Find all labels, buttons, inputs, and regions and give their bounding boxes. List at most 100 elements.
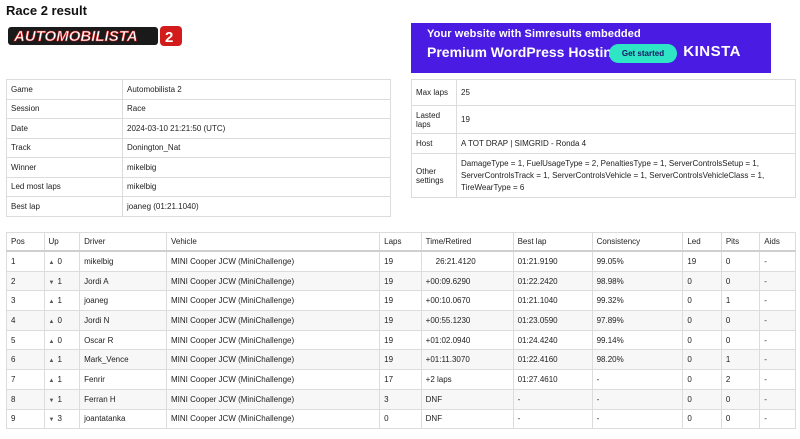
info-right-label: Max laps <box>411 79 457 106</box>
laps-cell: 19 <box>379 349 422 371</box>
info-left-value: 2024-03-10 21:21:50 (UTC) <box>122 118 391 139</box>
results-table: Pos Up Driver Vehicle Laps Time/Retired Best l… <box>6 232 796 430</box>
vehicle-cell: MINI Cooper JCW (MiniChallenge) <box>165 290 381 312</box>
column-header: Driver <box>79 232 167 252</box>
laps-cell: 19 <box>379 250 422 272</box>
table-row[interactable]: 6 ▲ 1 Mark_Vence MINI Cooper JCW (MiniChalle… <box>6 349 796 371</box>
table-row[interactable]: 2 ▼ 1 Jordi A MINI Cooper JCW (MiniChallenge… <box>6 270 796 292</box>
logo-number: 2 <box>165 29 173 46</box>
logo-text: AUTOMOBILISTA <box>13 28 138 45</box>
table-row[interactable]: 7 ▲ 1 Fenrir MINI Cooper JCW (MiniChallenge)… <box>6 369 796 390</box>
table-row[interactable]: 8 ▼ 1 Ferran H MINI Cooper JCW (MiniChalleng… <box>6 388 796 410</box>
best-lap-cell: 01:21.1040 <box>512 290 593 312</box>
best-lap-cell: 01:21.9190 <box>512 250 593 272</box>
positions-gained-value: 1 <box>57 374 62 384</box>
vehicle-cell: MINI Cooper JCW (MiniChallenge) <box>165 388 381 410</box>
time-retired-cell: +01:02.0940 <box>420 329 514 351</box>
vehicle-cell: MINI Cooper JCW (MiniChallenge) <box>165 408 381 430</box>
position-cell: 6 <box>6 349 45 371</box>
time-retired-cell: DNF <box>420 408 514 430</box>
info-left-row: Track Donington_Nat <box>6 137 391 158</box>
info-left-value: Automobilista 2 <box>122 79 391 100</box>
table-row[interactable]: 1 ▲ 0 mikelbig MINI Cooper JCW (MiniChalleng… <box>6 250 796 272</box>
info-right-label: Host <box>411 133 457 154</box>
driver-cell: mikelbig <box>79 250 167 272</box>
best-lap-cell: 01:23.0590 <box>512 310 593 331</box>
positions-gained-cell: ▲ 0 <box>43 310 81 331</box>
pits-cell: 0 <box>720 408 761 430</box>
column-header: Best lap <box>512 232 593 252</box>
info-left-label: Led most laps <box>6 176 123 197</box>
positions-gained-value: 0 <box>57 335 62 345</box>
info-left-label: Date <box>6 118 123 139</box>
best-lap-cell: 01:27.4610 <box>512 369 593 390</box>
info-right-row: Max laps 25 <box>411 79 796 106</box>
info-left-value: joaneg (01:21.1040) <box>122 196 391 217</box>
ad-banner[interactable]: Your website with Simresults embedded Pr… <box>411 23 771 73</box>
aids-cell: - <box>759 310 796 331</box>
driver-cell: Mark_Vence <box>79 349 167 371</box>
info-right-value: A TOT DRAP | SIMGRID - Ronda 4 <box>456 133 796 154</box>
aids-cell: - <box>759 388 796 410</box>
positions-gained-cell: ▼ 1 <box>43 270 81 292</box>
arrow-up-icon: ▲ <box>48 338 55 345</box>
get-started-button[interactable]: Get started <box>609 44 677 63</box>
led-cell: 0 <box>682 369 722 390</box>
kinsta-logo: KINSTA <box>683 43 741 60</box>
info-left-label: Winner <box>6 157 123 178</box>
consistency-cell: 99.32% <box>591 290 684 312</box>
driver-cell: Jordi N <box>79 310 167 331</box>
aids-cell: - <box>759 270 796 292</box>
info-left-row: Best lap joaneg (01:21.1040) <box>6 196 391 217</box>
info-left-value: Donington_Nat <box>122 137 391 158</box>
table-row[interactable]: 5 ▲ 0 Oscar R MINI Cooper JCW (MiniChallenge… <box>6 329 796 351</box>
laps-cell: 3 <box>379 388 422 410</box>
position-cell: 5 <box>6 329 45 351</box>
consistency-cell: - <box>591 388 684 410</box>
positions-gained-value: 1 <box>57 276 62 286</box>
arrow-up-icon: ▲ <box>48 259 55 266</box>
info-left-label: Best lap <box>6 196 123 217</box>
column-header: Aids <box>759 232 796 252</box>
vehicle-cell: MINI Cooper JCW (MiniChallenge) <box>165 329 381 351</box>
info-right-label: Other settings <box>411 153 457 198</box>
aids-cell: - <box>759 369 796 390</box>
led-cell: 0 <box>682 329 722 351</box>
info-left-value: mikelbig <box>122 157 391 178</box>
positions-gained-cell: ▼ 1 <box>43 388 81 410</box>
arrow-up-icon: ▲ <box>48 358 55 365</box>
vehicle-cell: MINI Cooper JCW (MiniChallenge) <box>165 349 381 371</box>
position-cell: 3 <box>6 290 45 312</box>
aids-cell: - <box>759 408 796 430</box>
info-right-row: Lasted laps 19 <box>411 105 796 134</box>
positions-gained-value: 0 <box>57 256 62 266</box>
led-cell: 0 <box>682 270 722 292</box>
driver-cell: Fenrir <box>79 369 167 390</box>
pits-cell: 0 <box>720 270 761 292</box>
positions-gained-cell: ▲ 0 <box>43 250 81 272</box>
pits-cell: 1 <box>720 290 761 312</box>
info-right-value: 25 <box>456 79 796 106</box>
best-lap-cell: 01:22.2420 <box>512 270 593 292</box>
positions-gained-cell: ▲ 0 <box>43 329 81 351</box>
info-left-row: Led most laps mikelbig <box>6 176 391 197</box>
best-lap-cell: 01:22.4160 <box>512 349 593 371</box>
led-cell: 0 <box>682 349 722 371</box>
ad-headline: Your website with Simresults embedded <box>427 28 641 40</box>
automobilista-logo: AUTOMOBILISTA 2 <box>8 26 182 46</box>
laps-cell: 19 <box>379 290 422 312</box>
time-retired-cell: +01:11.3070 <box>420 349 514 371</box>
table-row[interactable]: 4 ▲ 0 Jordi N MINI Cooper JCW (MiniChallenge… <box>6 310 796 331</box>
pits-cell: 0 <box>720 388 761 410</box>
info-left-row: Session Race <box>6 98 391 119</box>
table-row[interactable]: 9 ▼ 3 joantatanka MINI Cooper JCW (MiniChall… <box>6 408 796 430</box>
pits-cell: 0 <box>720 329 761 351</box>
table-row[interactable]: 3 ▲ 1 joaneg MINI Cooper JCW (MiniChallenge)… <box>6 290 796 312</box>
positions-gained-cell: ▼ 3 <box>43 408 81 430</box>
arrow-up-icon: ▲ <box>48 318 55 325</box>
column-header: Laps <box>379 232 422 252</box>
driver-cell: Oscar R <box>79 329 167 351</box>
led-cell: 0 <box>682 310 722 331</box>
arrow-down-icon: ▼ <box>48 397 55 404</box>
info-right-row: Other settings DamageType = 1, FuelUsageT… <box>411 153 796 198</box>
